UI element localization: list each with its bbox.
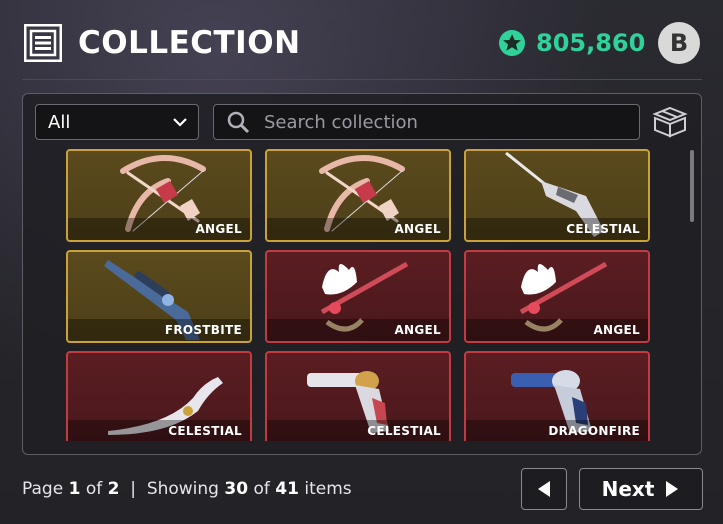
footer: Page 1 of 2 | Showing 30 of 41 items Nex… [22,468,703,510]
collection-item-card[interactable]: ANGEL [464,250,650,343]
filter-selected-value: All [48,111,71,133]
item-name-label: ANGEL [466,319,648,341]
item-name-label: ANGEL [267,319,449,341]
collection-panel: All Search collection ANGEL ANGEL CELESTIA… [22,93,702,455]
page-title: COLLECTION [78,25,301,61]
collection-item-card[interactable]: ANGEL [66,149,252,242]
collection-item-card[interactable]: DRAGONFIRE [464,351,650,441]
collection-item-card[interactable]: CELESTIAL [66,351,252,441]
currency-amount: 805,860 [536,29,646,57]
item-name-label: CELESTIAL [267,420,449,441]
header: COLLECTION 805,860 B [0,0,723,80]
scrollbar[interactable] [690,150,694,440]
total-items: 41 [275,479,299,499]
next-label: Next [601,477,655,501]
item-name-label: DRAGONFIRE [466,420,648,441]
next-page-button[interactable]: Next [579,468,703,510]
search-placeholder: Search collection [264,111,418,133]
page-word: Page [22,479,64,499]
items-word: items [304,479,352,499]
search-icon [227,111,250,134]
scrollbar-thumb[interactable] [690,150,694,222]
collection-item-card[interactable]: FROSTBITE [66,250,252,343]
of-word: of [85,479,103,499]
item-name-label: CELESTIAL [68,420,250,441]
item-name-label: ANGEL [68,218,250,240]
avatar[interactable]: B [658,22,700,64]
collection-item-card[interactable]: ANGEL [265,149,451,242]
crate-icon[interactable] [652,106,688,138]
item-name-label: FROSTBITE [68,319,250,341]
header-divider [22,79,702,80]
separator: | [130,479,136,499]
avatar-letter: B [669,29,689,57]
of-word-2: of [253,479,270,499]
triangle-right-icon [666,481,679,497]
collection-item-card[interactable]: CELESTIAL [464,149,650,242]
previous-page-button[interactable] [521,468,567,510]
item-grid: ANGEL ANGEL CELESTIAL FROSTBITE ANGEL ANGEL CE… [66,149,654,441]
collection-logo-icon [24,24,62,62]
showing-count: 30 [224,479,249,499]
collection-item-card[interactable]: ANGEL [265,250,451,343]
page-total: 2 [107,479,120,499]
triangle-left-icon [538,481,550,497]
page-current: 1 [68,479,81,499]
collection-item-card[interactable]: CELESTIAL [265,351,451,441]
chevron-down-icon [173,118,187,127]
item-name-label: ANGEL [267,218,449,240]
currency-display: 805,860 [498,27,645,59]
filter-dropdown[interactable]: All [35,104,199,140]
search-input[interactable]: Search collection [213,104,640,140]
star-coin-icon [499,30,525,56]
showing-word: Showing [146,479,219,499]
item-name-label: CELESTIAL [466,218,648,240]
pagination-info: Page 1 of 2 | Showing 30 of 41 items [22,479,352,499]
